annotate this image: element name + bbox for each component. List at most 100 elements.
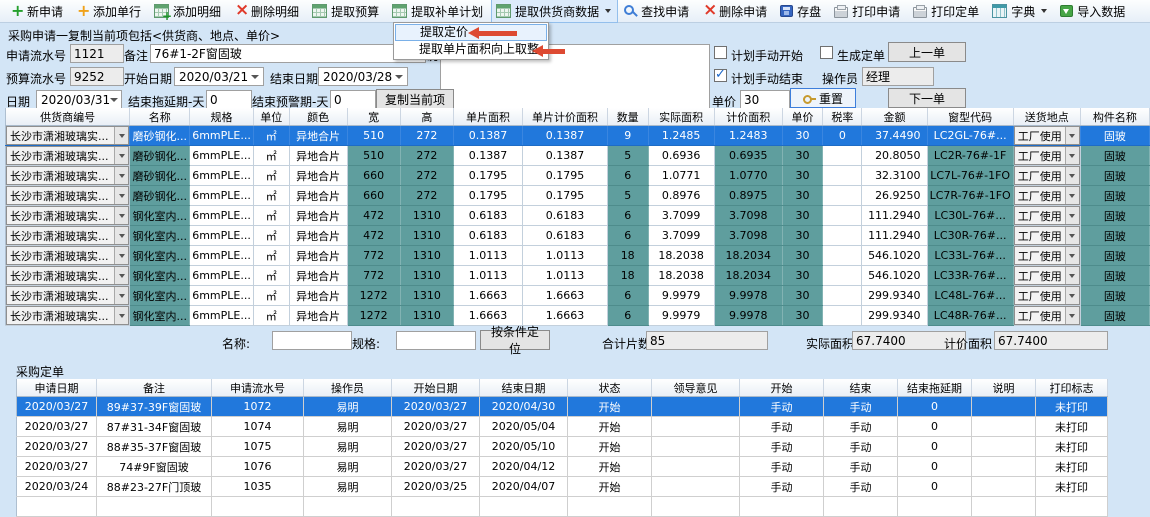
column-header-supplier[interactable]: 供货商编号 bbox=[6, 108, 130, 126]
cell-delivery[interactable]: 工厂使用 bbox=[1013, 306, 1080, 326]
cell-height[interactable]: 272 bbox=[400, 186, 453, 206]
end-date-combo[interactable]: 2020/03/28 bbox=[318, 67, 408, 86]
cell-price_area[interactable]: 9.9978 bbox=[714, 306, 782, 326]
cell-amount[interactable]: 299.9340 bbox=[862, 286, 927, 306]
supplier-combo[interactable]: 长沙市潇湘玻璃实... bbox=[6, 306, 129, 325]
cell-tax_rate[interactable] bbox=[823, 166, 862, 186]
table-row[interactable]: 2020/03/2488#23-27F门顶玻1035易明2020/03/2520… bbox=[17, 477, 1108, 497]
cell-color[interactable]: 异地合片 bbox=[289, 146, 347, 166]
cell-height[interactable]: 1310 bbox=[400, 246, 453, 266]
cell-component[interactable]: 固玻 bbox=[1080, 286, 1149, 306]
cell-tax_rate[interactable] bbox=[823, 146, 862, 166]
cell-end_delay[interactable]: 0 bbox=[898, 477, 972, 497]
supplier-combo[interactable]: 长沙市潇湘玻璃实... bbox=[6, 246, 129, 265]
toolbar-button[interactable]: 打印申请 bbox=[829, 0, 907, 23]
serial-input[interactable] bbox=[70, 44, 124, 63]
cell-unit_price[interactable]: 30 bbox=[782, 146, 823, 166]
cell-unit[interactable]: ㎡ bbox=[253, 206, 289, 226]
cell-color[interactable]: 异地合片 bbox=[289, 206, 347, 226]
cell-spec[interactable]: 6mmPLE... bbox=[190, 246, 254, 266]
combo-dropdown-button[interactable] bbox=[114, 187, 128, 204]
cell-spec[interactable]: 6mmPLE... bbox=[190, 226, 254, 246]
cell-leader_opinion[interactable] bbox=[652, 437, 740, 457]
cell-actual_area[interactable]: 1.0771 bbox=[648, 166, 714, 186]
cell-component[interactable]: 固玻 bbox=[1080, 306, 1149, 326]
delivery-combo[interactable]: 工厂使用 bbox=[1014, 226, 1080, 245]
column-header-qty[interactable]: 数量 bbox=[607, 108, 648, 126]
cell-name[interactable]: 钢化室内... bbox=[130, 206, 190, 226]
cell-tax_rate[interactable] bbox=[823, 266, 862, 286]
cell-serial[interactable]: 1035 bbox=[212, 477, 304, 497]
cell-status[interactable]: 开始 bbox=[568, 417, 652, 437]
cell-unit_price[interactable]: 30 bbox=[782, 286, 823, 306]
cell-width[interactable]: 660 bbox=[347, 166, 400, 186]
column-header-width[interactable]: 宽 bbox=[347, 108, 400, 126]
column-header-piece_area[interactable]: 单片面积 bbox=[453, 108, 522, 126]
cell-unit[interactable]: ㎡ bbox=[253, 166, 289, 186]
table-row[interactable]: 长沙市潇湘玻璃实...磨砂钢化...6mmPLE...㎡异地合片6602720.… bbox=[6, 166, 1150, 186]
column-header-spec[interactable]: 规格 bbox=[190, 108, 254, 126]
cell-apply_date[interactable]: 2020/03/27 bbox=[17, 437, 97, 457]
delivery-combo[interactable]: 工厂使用 bbox=[1014, 166, 1080, 185]
combo-dropdown-button[interactable] bbox=[114, 307, 128, 324]
column-header-start_date[interactable]: 开始日期 bbox=[392, 379, 480, 397]
cell-spec[interactable]: 6mmPLE... bbox=[190, 166, 254, 186]
cell-window_code[interactable]: LC33R-76#... bbox=[927, 266, 1013, 286]
cell-spec[interactable]: 6mmPLE... bbox=[190, 306, 254, 326]
cell-width[interactable]: 510 bbox=[347, 146, 400, 166]
cell-color[interactable]: 异地合片 bbox=[289, 306, 347, 326]
cell-amount[interactable]: 111.2940 bbox=[862, 226, 927, 246]
supplier-combo[interactable]: 长沙市潇湘玻璃实... bbox=[6, 266, 129, 285]
cell-piece_price_area[interactable]: 0.6183 bbox=[523, 226, 608, 246]
cell-end_delay[interactable]: 0 bbox=[898, 457, 972, 477]
cell-tax_rate[interactable] bbox=[823, 286, 862, 306]
cell-price_area[interactable]: 18.2034 bbox=[714, 246, 782, 266]
table-row[interactable]: 2020/03/2774#9F窗固玻1076易明2020/03/272020/0… bbox=[17, 457, 1108, 477]
cell-amount[interactable]: 546.1020 bbox=[862, 246, 927, 266]
cell-piece_price_area[interactable]: 1.6663 bbox=[523, 286, 608, 306]
toolbar-button[interactable]: 添加单行 bbox=[71, 0, 148, 23]
cell-name[interactable]: 钢化室内... bbox=[130, 246, 190, 266]
cell-width[interactable]: 772 bbox=[347, 266, 400, 286]
cell-color[interactable]: 异地合片 bbox=[289, 126, 347, 146]
cell-remark[interactable]: 88#35-37F窗固玻 bbox=[97, 437, 212, 457]
cell-supplier[interactable]: 长沙市潇湘玻璃实... bbox=[6, 186, 130, 206]
cell-name[interactable]: 钢化室内... bbox=[130, 286, 190, 306]
cell-start_mode[interactable]: 手动 bbox=[740, 457, 824, 477]
cell-print_flag[interactable]: 未打印 bbox=[1036, 437, 1108, 457]
cell-component[interactable]: 固玻 bbox=[1080, 126, 1149, 146]
cell-window_code[interactable]: LC7R-76#-1FO bbox=[927, 186, 1013, 206]
remark-input[interactable] bbox=[150, 44, 426, 63]
toolbar-button[interactable]: 提取补单计划 bbox=[387, 0, 490, 23]
cell-unit[interactable]: ㎡ bbox=[253, 266, 289, 286]
table-row[interactable]: 长沙市潇湘玻璃实...钢化室内...6mmPLE...㎡异地合片77213101… bbox=[6, 266, 1150, 286]
combo-dropdown-button[interactable] bbox=[114, 147, 128, 164]
cell-piece_area[interactable]: 1.0113 bbox=[453, 266, 522, 286]
cell-width[interactable]: 660 bbox=[347, 186, 400, 206]
cell-qty[interactable]: 6 bbox=[607, 286, 648, 306]
filter-spec-input[interactable] bbox=[396, 331, 476, 350]
combo-dropdown-button[interactable] bbox=[114, 267, 128, 284]
cell-unit[interactable]: ㎡ bbox=[253, 226, 289, 246]
cell-spec[interactable]: 6mmPLE... bbox=[190, 286, 254, 306]
cell-window_code[interactable]: LC48R-76#... bbox=[927, 306, 1013, 326]
cell-piece_price_area[interactable]: 0.1387 bbox=[523, 146, 608, 166]
cell-price_area[interactable]: 3.7098 bbox=[714, 206, 782, 226]
cell-piece_price_area[interactable]: 0.1387 bbox=[523, 126, 608, 146]
unit-price-input[interactable] bbox=[740, 90, 790, 109]
cell-operator[interactable]: 易明 bbox=[304, 477, 392, 497]
cell-piece_area[interactable]: 0.6183 bbox=[453, 206, 522, 226]
cell-unit_price[interactable]: 30 bbox=[782, 306, 823, 326]
column-header-end_mode[interactable]: 结束 bbox=[824, 379, 898, 397]
cell-name[interactable]: 磨砂钢化... bbox=[130, 166, 190, 186]
cell-delivery[interactable]: 工厂使用 bbox=[1013, 186, 1080, 206]
cell-piece_price_area[interactable]: 0.6183 bbox=[523, 206, 608, 226]
cell-end_delay[interactable]: 0 bbox=[898, 417, 972, 437]
cell-amount[interactable]: 20.8050 bbox=[862, 146, 927, 166]
cell-price_area[interactable]: 0.6935 bbox=[714, 146, 782, 166]
toolbar-button[interactable]: 存盘 bbox=[775, 0, 828, 23]
copy-current-button[interactable]: 复制当前项 bbox=[376, 89, 454, 109]
cell-name[interactable]: 磨砂钢化... bbox=[130, 126, 190, 146]
column-header-component[interactable]: 构件名称 bbox=[1080, 108, 1149, 126]
cell-name[interactable]: 钢化室内... bbox=[130, 266, 190, 286]
